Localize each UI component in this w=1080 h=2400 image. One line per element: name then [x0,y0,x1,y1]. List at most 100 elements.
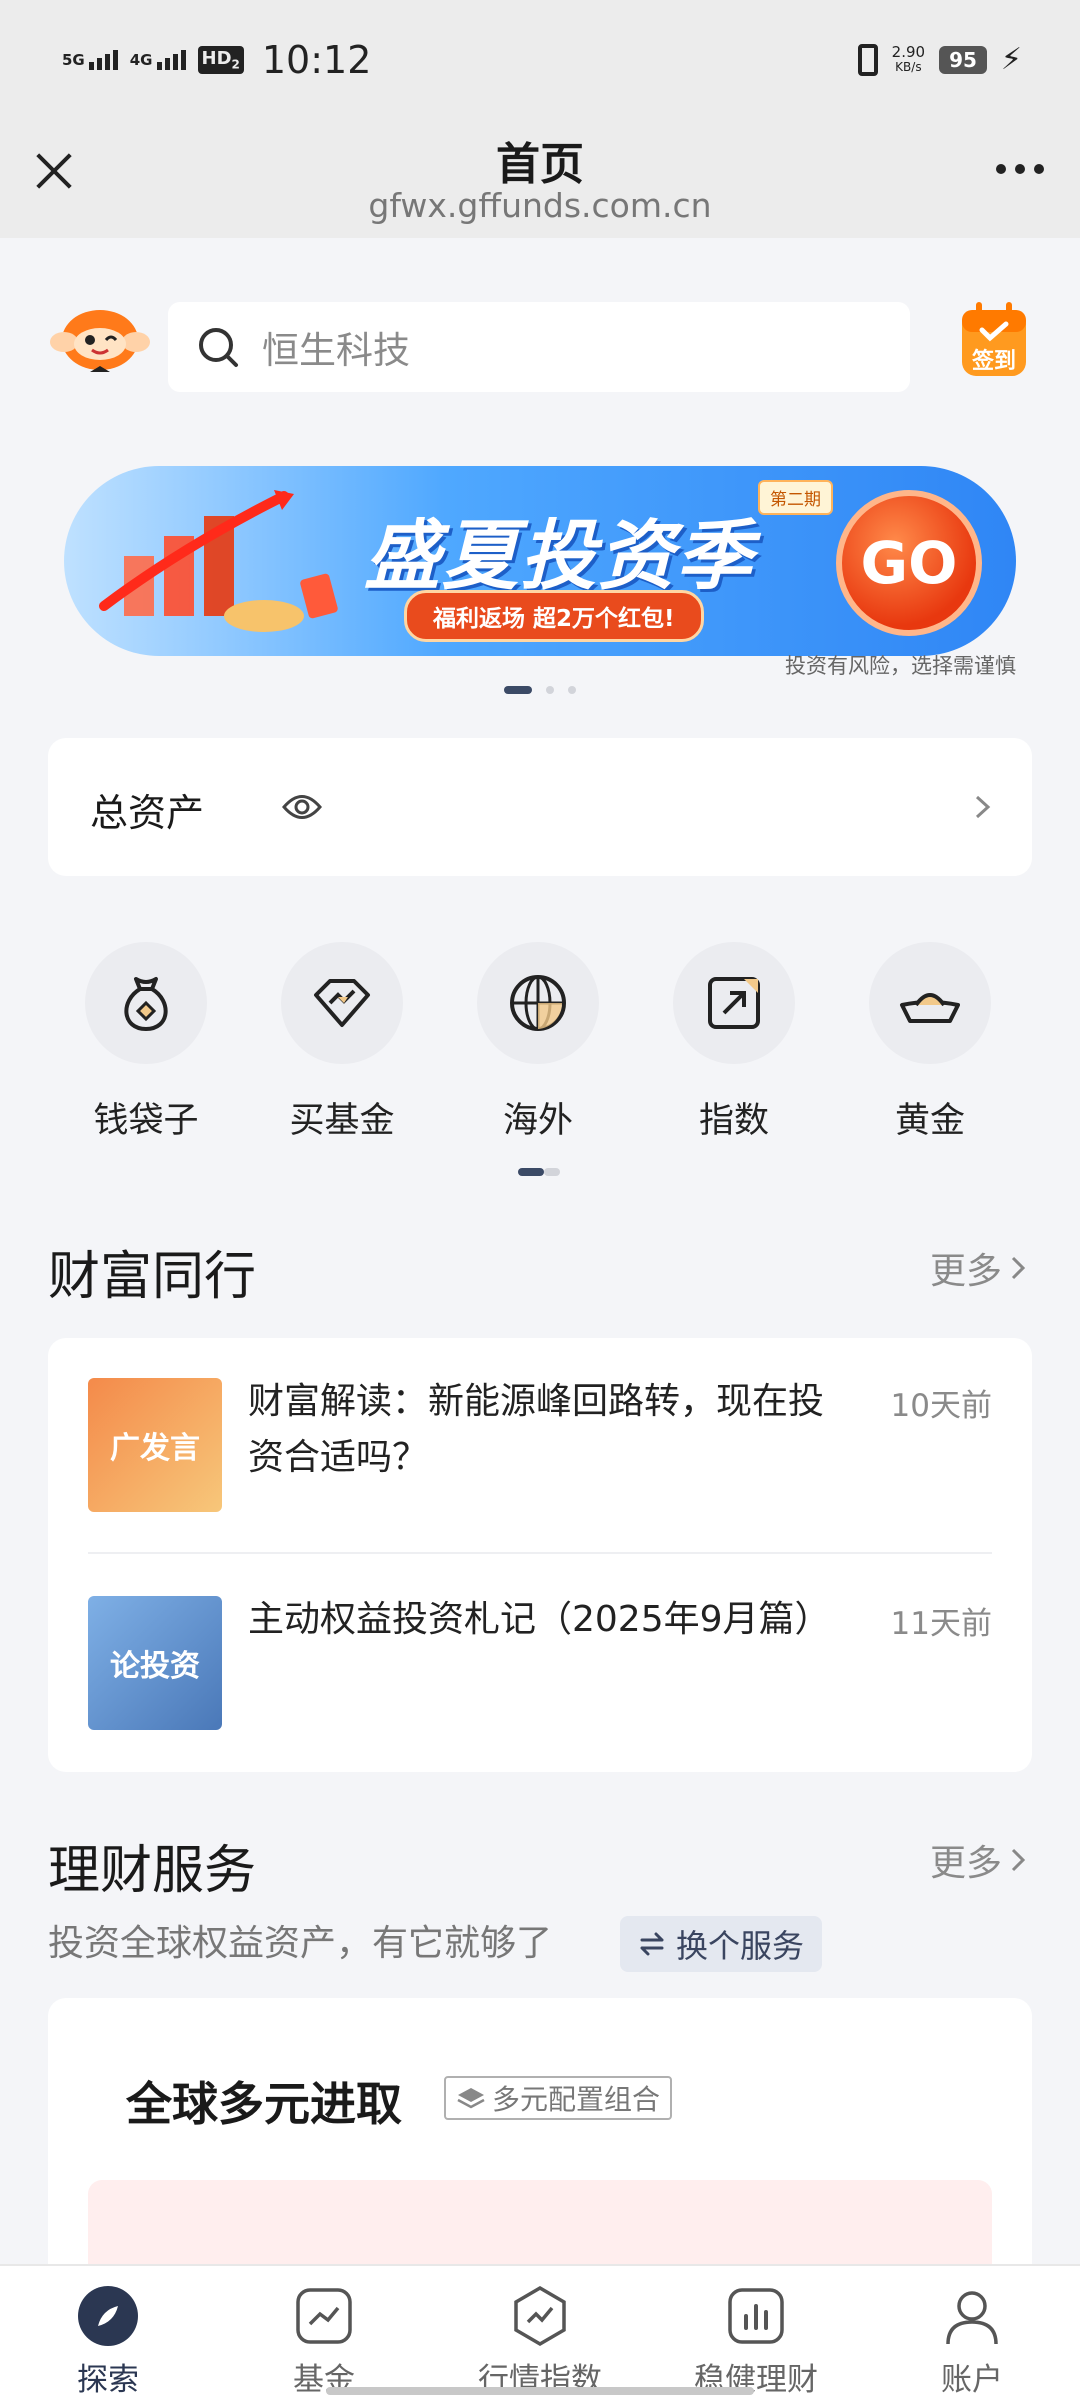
status-time: 10:12 [261,38,372,82]
money-bag-icon [124,977,168,1032]
wealth-more-link[interactable]: 更多 [930,1242,1026,1294]
charging-icon: ⚡ [1000,42,1022,77]
quick-item-overseas[interactable]: 海外 [476,942,600,1143]
search-icon [199,328,238,367]
hd-label: HD [201,48,232,70]
service-card-tag: 多元配置组合 [444,2076,673,2120]
quick-item-label: 指数 [698,1101,769,1141]
risk-note: 投资有风险，选择需谨慎 [785,654,1016,678]
article-row[interactable]: 广发言 财富解读：新能源峰回路转，现在投资合适吗？ 10天前 [88,1378,992,1512]
service-section-title: 理财服务 [48,1841,257,1901]
quick-item-label: 买基金 [289,1101,395,1141]
quick-menu-pagination [518,1168,560,1176]
nav-label: 探索 [77,2362,139,2398]
status-left: 5G 4G HD2 10:12 [62,38,371,82]
signal-bars-icon [88,50,118,70]
more-label: 更多 [929,1843,1002,1884]
home-indicator[interactable] [326,2387,754,2395]
swap-icon [640,1932,664,1956]
quick-item-index[interactable]: 指数 [672,942,796,1143]
sign-in-calendar-icon[interactable]: 签到 [956,300,1032,382]
globe-icon [510,975,566,1031]
hd-badge: HD2 [197,46,244,74]
search-input[interactable]: 恒生科技 [168,302,910,392]
quick-menu: 钱袋子 买基金 海外 指数 黄金 [48,942,1032,1143]
vibrate-icon [857,43,878,76]
explore-icon [78,2286,138,2346]
net1-label: 5G [62,51,85,69]
nav-steady-finance[interactable]: 稳健理财 [648,2266,864,2400]
article-title: 财富解读：新能源峰回路转，现在投资合适吗？ [248,1381,825,1478]
quick-item-label: 海外 [502,1101,573,1141]
banner-tag: 第二期 [758,480,833,515]
diamond-trend-icon [314,979,370,1027]
search-placeholder: 恒生科技 [262,329,410,372]
divider [88,1552,992,1554]
battery-level: 95 [939,45,987,74]
wealth-section-title: 财富同行 [48,1247,257,1307]
article-row[interactable]: 论投资 主动权益投资札记（2025年9月篇） 11天前 [88,1596,992,1730]
layers-icon [457,2088,485,2109]
bottom-nav: 探索 基金 行情指数 稳健理财 账户 [0,2264,1080,2400]
chevron-right-icon [1011,1848,1026,1872]
banner-subtitle: 福利返场 超2万个红包! [404,590,704,642]
status-bar: 5G 4G HD2 10:12 2.90 KB/s 95 ⚡ [0,0,1080,124]
arrow-box-icon [708,977,760,1029]
chevron-right-icon [975,795,991,819]
signin-label: 签到 [971,348,1016,374]
status-right: 2.90 KB/s 95 ⚡ [857,42,1022,77]
total-assets-card[interactable]: 总资产 [48,738,1032,876]
page-title: 首页 [496,139,584,190]
quick-item-label: 钱袋子 [93,1101,199,1141]
banner-title: 盛夏投资季 [364,511,754,600]
more-label: 更多 [929,1251,1002,1292]
page-url: gfwx.gffunds.com.cn [368,186,712,225]
article-title: 主动权益投资札记（2025年9月篇） [248,1599,831,1640]
thumb-text: 广发言 [110,1431,200,1466]
bar-chart-icon [728,2288,784,2344]
article-time: 10天前 [890,1388,992,1424]
network-speed: 2.90 KB/s [891,42,926,75]
service-more-link[interactable]: 更多 [930,1834,1026,1886]
gold-ingot-icon [900,993,960,1023]
eye-icon[interactable] [282,790,322,824]
quick-item-label: 黄金 [894,1101,965,1141]
signal-4g: 4G [130,50,186,70]
article-thumbnail: 广发言 [88,1378,222,1512]
article-time: 11天前 [890,1606,992,1642]
fund-chart-icon [296,2288,352,2344]
signal-5g: 5G [62,50,118,70]
article-thumbnail: 论投资 [88,1596,222,1730]
nav-market-index[interactable]: 行情指数 [432,2266,648,2400]
switch-service-button[interactable]: 换个服务 [620,1916,823,1972]
quick-item-gold[interactable]: 黄金 [868,942,992,1143]
tag-label: 多元配置组合 [492,2083,661,2116]
total-assets-label: 总资产 [90,791,205,835]
speed-value: 2.90 [891,42,926,61]
switch-label: 换个服务 [676,1927,805,1965]
banner-illustration-icon [99,490,338,632]
service-subtitle: 投资全球权益资产，有它就够了 [48,1923,553,1964]
quick-item-money-bag[interactable]: 钱袋子 [84,942,208,1143]
pagination-dot [568,686,576,694]
nav-account[interactable]: 账户 [864,2266,1080,2400]
wealth-articles-card: 广发言 财富解读：新能源峰回路转，现在投资合适吗？ 10天前 论投资 主动权益投… [48,1338,1032,1772]
market-index-icon [514,2285,566,2347]
service-card-title: 全球多元进取 [126,2077,402,2131]
banner-go-button[interactable]: GO [836,490,982,636]
more-options-icon[interactable] [996,164,1044,174]
mascot-avatar-icon[interactable] [48,300,152,382]
nav-label: 账户 [941,2362,1003,2398]
quick-item-buy-fund[interactable]: 买基金 [280,942,404,1143]
account-icon [946,2291,998,2345]
pagination-dot [546,686,554,694]
nav-fund[interactable]: 基金 [216,2266,432,2400]
pagination-dot-active [504,686,532,694]
nav-explore[interactable]: 探索 [0,2266,216,2400]
net2-label: 4G [129,51,153,69]
thumb-text: 论投资 [110,1649,200,1684]
hd-sub: 2 [231,57,240,72]
title-bar: 首页 gfwx.gffunds.com.cn [0,124,1080,238]
promo-banner[interactable]: 盛夏投资季 第二期 福利返场 超2万个红包! GO [64,466,1016,656]
signal-bars-icon [156,50,186,70]
